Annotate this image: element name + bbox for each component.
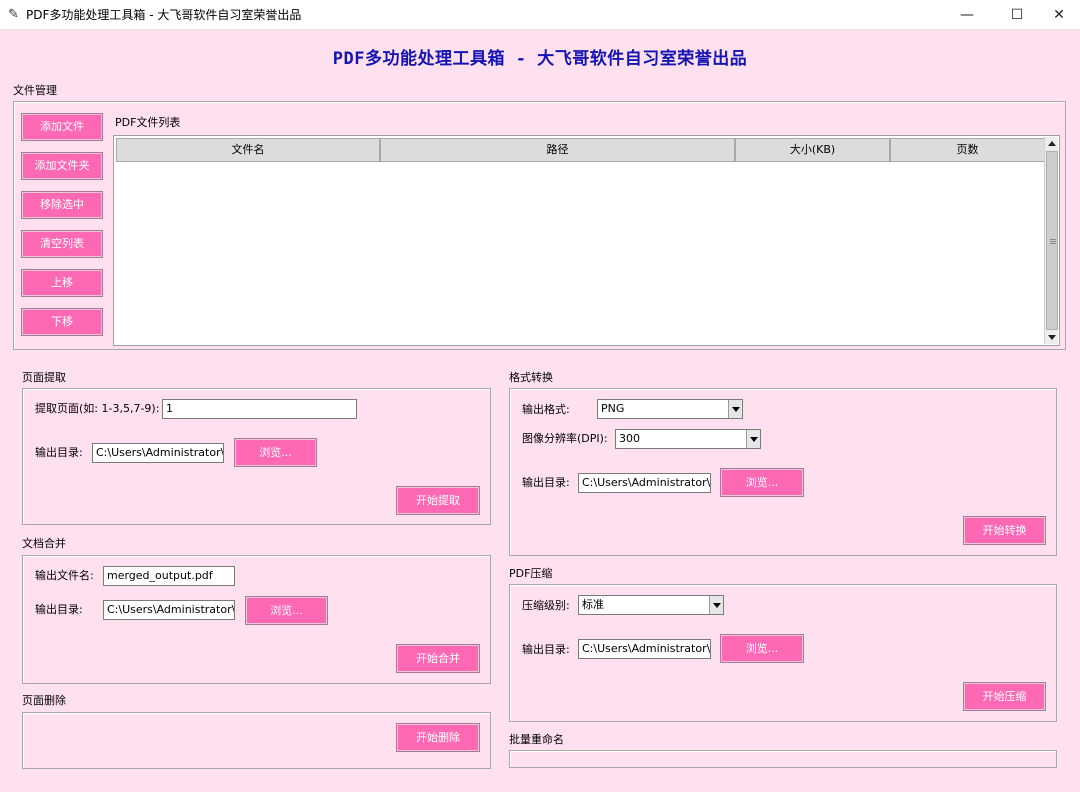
convert-outdir-input[interactable]: C:\Users\Administrator\ [578, 473, 711, 493]
extract-outdir-label: 输出目录: [35, 446, 83, 459]
start-compress-button[interactable]: 开始压缩 [963, 682, 1046, 711]
extract-outdir-input[interactable]: C:\Users\Administrator\ [92, 443, 224, 463]
column-header-filename[interactable]: 文件名 [116, 138, 380, 162]
add-file-button[interactable]: 添加文件 [21, 113, 103, 141]
convert-format-value: PNG [601, 402, 625, 415]
convert-dpi-label: 图像分辨率(DPI): [522, 432, 608, 445]
app-title: PDF多功能处理工具箱 - 大飞哥软件自习室荣誉出品 [332, 49, 748, 69]
compress-outdir-input[interactable]: C:\Users\Administrator\ [578, 639, 711, 659]
convert-format-select[interactable]: PNG [597, 399, 743, 419]
merge-browse-button[interactable]: 浏览... [245, 596, 328, 625]
close-icon[interactable]: ✕ [1036, 0, 1080, 30]
remove-selected-button[interactable]: 移除选中 [21, 191, 103, 219]
convert-outdir-label: 输出目录: [522, 476, 570, 489]
compress-outdir-label: 输出目录: [522, 643, 570, 656]
start-extract-button[interactable]: 开始提取 [396, 486, 480, 515]
merge-filename-input[interactable]: merged_output.pdf [103, 566, 235, 586]
maximize-icon[interactable]: ☐ [994, 0, 1040, 30]
merge-filename-label: 输出文件名: [35, 569, 94, 582]
feather-icon: ✎ [8, 7, 19, 22]
column-header-pages[interactable]: 页数 [890, 138, 1045, 162]
page-extract-label: 页面提取 [22, 371, 66, 384]
scrollbar-thumb[interactable] [1046, 151, 1058, 330]
start-convert-button[interactable]: 开始转换 [963, 516, 1046, 545]
chevron-down-icon[interactable] [709, 596, 723, 614]
window-titlebar: ✎ PDF多功能处理工具箱 - 大飞哥软件自习室荣誉出品 — ☐ ✕ [0, 0, 1080, 30]
compress-level-value: 标准 [582, 598, 604, 611]
move-down-button[interactable]: 下移 [21, 308, 103, 336]
merge-outdir-label: 输出目录: [35, 603, 83, 616]
chevron-down-icon[interactable] [728, 400, 742, 418]
clear-list-button[interactable]: 清空列表 [21, 230, 103, 258]
window-title: PDF多功能处理工具箱 - 大飞哥软件自习室荣誉出品 [26, 8, 302, 22]
column-header-path[interactable]: 路径 [380, 138, 735, 162]
start-merge-button[interactable]: 开始合并 [396, 644, 480, 673]
extract-pages-label: 提取页面(如: 1-3,5,7-9): [35, 402, 160, 415]
move-up-button[interactable]: 上移 [21, 269, 103, 297]
extract-pages-input[interactable]: 1 [162, 399, 357, 419]
convert-format-label: 输出格式: [522, 403, 570, 416]
batch-rename-label: 批量重命名 [509, 733, 564, 746]
page-delete-label: 页面删除 [22, 694, 66, 707]
compress-level-select[interactable]: 标准 [578, 595, 724, 615]
merge-outdir-input[interactable]: C:\Users\Administrator\ [103, 600, 235, 620]
chevron-down-icon[interactable] [746, 430, 760, 448]
convert-dpi-select[interactable]: 300 [615, 429, 761, 449]
compress-level-label: 压缩级别: [522, 599, 570, 612]
convert-label: 格式转换 [509, 371, 553, 384]
scroll-down-icon[interactable] [1048, 335, 1056, 340]
scroll-up-icon[interactable] [1048, 141, 1056, 146]
start-delete-button[interactable]: 开始删除 [396, 723, 480, 752]
convert-browse-button[interactable]: 浏览... [720, 468, 804, 497]
convert-dpi-value: 300 [619, 432, 640, 445]
extract-browse-button[interactable]: 浏览... [234, 438, 317, 467]
compress-label: PDF压缩 [509, 567, 553, 580]
file-management-label: 文件管理 [13, 84, 57, 97]
pdf-file-list[interactable]: 文件名 路径 大小(KB) 页数 [113, 135, 1060, 346]
merge-label: 文档合并 [22, 537, 66, 550]
list-scrollbar[interactable] [1044, 137, 1058, 344]
add-folder-button[interactable]: 添加文件夹 [21, 152, 103, 180]
compress-browse-button[interactable]: 浏览... [720, 634, 804, 663]
batch-rename-frame [509, 750, 1057, 768]
pdf-list-label: PDF文件列表 [115, 116, 181, 129]
column-header-size[interactable]: 大小(KB) [735, 138, 890, 162]
minimize-icon[interactable]: — [944, 0, 990, 30]
